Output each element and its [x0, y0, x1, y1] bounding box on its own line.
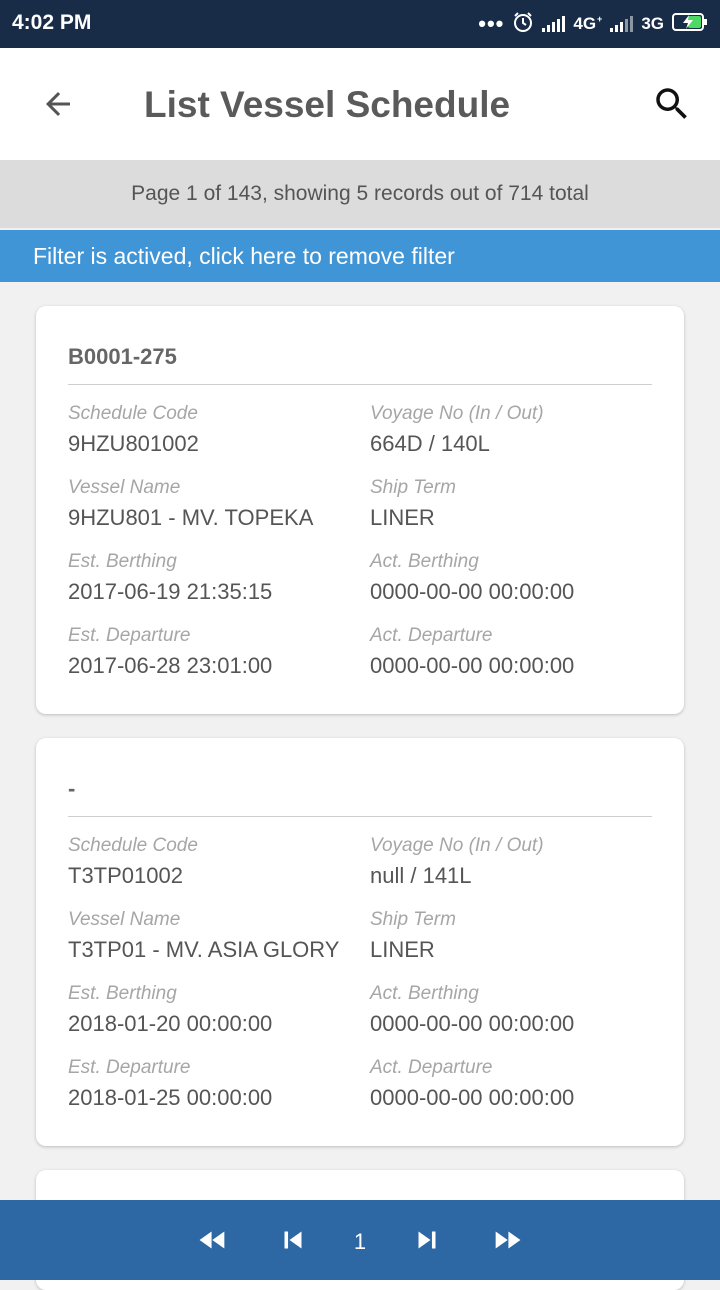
- field-value: LINER: [370, 505, 435, 530]
- field-label: Act. Berthing: [370, 551, 479, 572]
- arrow-back-icon: [46, 92, 70, 116]
- est-berthing-field: Est. Berthing 2018-01-20 00:00:00: [68, 983, 272, 1037]
- field-label: Vessel Name: [68, 477, 181, 498]
- field-label: Est. Departure: [68, 1057, 191, 1078]
- voyage-no-field: Voyage No (In / Out) 664D / 140L: [370, 403, 544, 457]
- field-value: 0000-00-00 00:00:00: [370, 1085, 575, 1110]
- battery-charging-icon: [672, 12, 708, 37]
- field-label: Voyage No (In / Out): [370, 835, 544, 856]
- alarm-icon: [512, 11, 534, 38]
- search-icon: [656, 88, 687, 119]
- field-label: Ship Term: [370, 909, 456, 930]
- last-page-button[interactable]: [487, 1222, 527, 1258]
- page-info: Page 1 of 143, showing 5 records out of …: [0, 160, 720, 228]
- previous-page-button[interactable]: [273, 1222, 313, 1258]
- field-label: Act. Departure: [370, 625, 493, 646]
- field-label: Act. Departure: [370, 1057, 493, 1078]
- status-bar: 4:02 PM ••• 4G + 3G: [0, 0, 720, 48]
- field-value: 2017-06-28 23:01:00: [68, 653, 273, 678]
- back-button[interactable]: [30, 76, 86, 132]
- schedule-code-field: Schedule Code T3TP01002: [68, 835, 198, 889]
- field-label: Ship Term: [370, 477, 456, 498]
- field-value: 2017-06-19 21:35:15: [68, 579, 273, 604]
- first-page-button[interactable]: [193, 1222, 233, 1258]
- current-page-number[interactable]: 1: [340, 1224, 380, 1260]
- skip-next-icon: [418, 1231, 436, 1249]
- act-berthing-field: Act. Berthing 0000-00-00 00:00:00: [370, 983, 574, 1037]
- field-value: T3TP01002: [68, 863, 183, 888]
- field-label: Schedule Code: [68, 835, 198, 856]
- app-header: List Vessel Schedule: [0, 48, 720, 160]
- act-departure-field: Act. Departure 0000-00-00 00:00:00: [370, 1057, 574, 1111]
- search-button[interactable]: [644, 76, 700, 132]
- status-icons: ••• 4G + 3G: [478, 9, 708, 39]
- notification-dots: •••: [478, 11, 505, 36]
- signal-icon: [542, 16, 566, 32]
- field-value: 2018-01-20 00:00:00: [68, 1011, 273, 1036]
- network-label-1: 4G: [573, 14, 597, 33]
- field-value: 0000-00-00 00:00:00: [370, 653, 575, 678]
- field-label: Est. Berthing: [68, 551, 177, 572]
- est-berthing-field: Est. Berthing 2017-06-19 21:35:15: [68, 551, 272, 605]
- card-code: B0001-275: [68, 344, 177, 369]
- field-value: 664D / 140L: [370, 431, 490, 456]
- field-label: Act. Berthing: [370, 983, 479, 1004]
- fast-forward-icon: [495, 1231, 521, 1249]
- field-value: 0000-00-00 00:00:00: [370, 1011, 575, 1036]
- field-value: T3TP01 - MV. ASIA GLORY: [68, 937, 340, 962]
- field-label: Vessel Name: [68, 909, 181, 930]
- est-departure-field: Est. Departure 2017-06-28 23:01:00: [68, 625, 272, 679]
- field-value: 9HZU801 - MV. TOPEKA: [68, 505, 314, 530]
- field-value: null / 141L: [370, 863, 472, 888]
- card-divider: [68, 816, 652, 817]
- card-code: -: [68, 776, 76, 801]
- field-value: LINER: [370, 937, 435, 962]
- vessel-name-field: Vessel Name T3TP01 - MV. ASIA GLORY: [68, 909, 339, 963]
- act-departure-field: Act. Departure 0000-00-00 00:00:00: [370, 625, 574, 679]
- status-time: 4:02 PM: [12, 11, 92, 34]
- field-label: Est. Berthing: [68, 983, 177, 1004]
- remove-filter-banner[interactable]: Filter is actived, click here to remove …: [0, 230, 720, 282]
- act-berthing-field: Act. Berthing 0000-00-00 00:00:00: [370, 551, 574, 605]
- network-sub-label: +: [597, 14, 603, 24]
- next-page-button[interactable]: [407, 1222, 447, 1258]
- ship-term-field: Ship Term LINER: [370, 909, 456, 963]
- pagination-bar: 1: [0, 1200, 720, 1280]
- signal-icon-2: [610, 16, 634, 32]
- card-divider: [68, 384, 652, 385]
- est-departure-field: Est. Departure 2018-01-25 00:00:00: [68, 1057, 272, 1111]
- vessel-name-field: Vessel Name 9HZU801 - MV. TOPEKA: [68, 477, 313, 531]
- field-value: 2018-01-25 00:00:00: [68, 1085, 273, 1110]
- field-value: 0000-00-00 00:00:00: [370, 579, 575, 604]
- field-label: Voyage No (In / Out): [370, 403, 544, 424]
- schedule-code-field: Schedule Code 9HZU801002: [68, 403, 199, 457]
- page-title: List Vessel Schedule: [144, 84, 511, 125]
- schedule-card[interactable]: B0001-275 Schedule Code 9HZU801002 Voyag…: [36, 306, 684, 714]
- field-label: Schedule Code: [68, 403, 198, 424]
- field-value: 9HZU801002: [68, 431, 199, 456]
- ship-term-field: Ship Term LINER: [370, 477, 456, 531]
- network-label-2: 3G: [641, 14, 664, 33]
- schedule-card[interactable]: - Schedule Code T3TP01002 Voyage No (In …: [36, 738, 684, 1146]
- fast-rewind-icon: [199, 1231, 225, 1249]
- field-label: Est. Departure: [68, 625, 191, 646]
- voyage-no-field: Voyage No (In / Out) null / 141L: [370, 835, 544, 889]
- skip-previous-icon: [284, 1231, 302, 1249]
